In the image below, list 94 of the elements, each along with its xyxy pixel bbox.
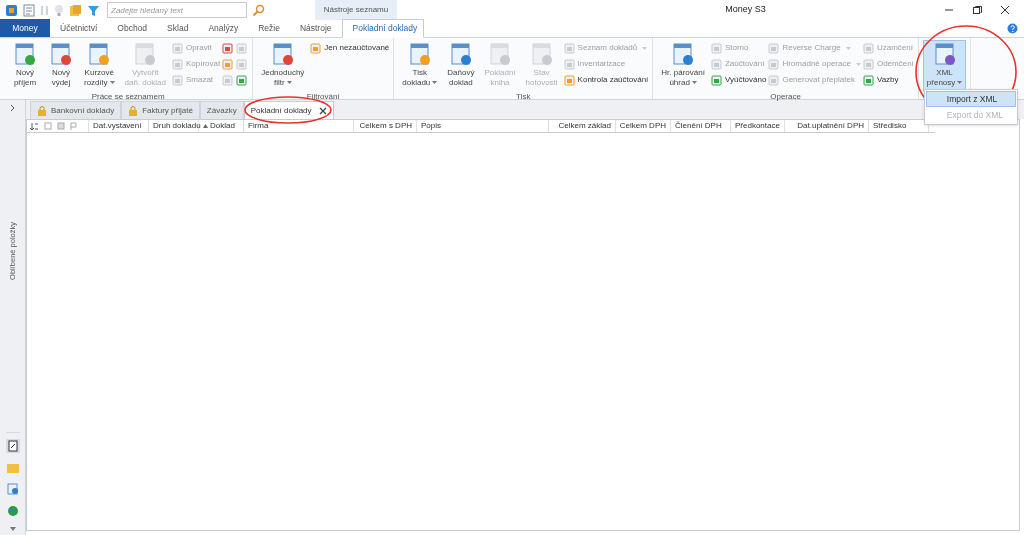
sort-arrow-icon [203, 124, 208, 128]
document-icon [310, 42, 322, 54]
close-icon[interactable] [1000, 5, 1010, 15]
column-header[interactable]: Celkem s DPH [354, 120, 417, 132]
document-icon [710, 74, 722, 86]
lightbulb-icon[interactable] [54, 3, 64, 17]
column-header[interactable]: Předkontace [731, 120, 785, 132]
document-icon [862, 58, 874, 70]
context-group-label: Nástroje seznamu [323, 4, 389, 16]
column-header[interactable]: Celkem DPH [616, 120, 671, 132]
document-icon [87, 42, 112, 66]
document-icon [768, 74, 780, 86]
globe-icon[interactable] [6, 505, 19, 517]
column-header[interactable]: Doklad [199, 120, 244, 132]
shortcut-icon[interactable] [5, 439, 20, 453]
flag-icon [70, 122, 78, 130]
document-icon [133, 42, 158, 66]
group-label: Filtrování [305, 91, 341, 102]
toolbar-icon[interactable] [236, 74, 248, 86]
document-icon[interactable] [23, 3, 35, 17]
caret-icon[interactable] [9, 527, 16, 531]
document-tab[interactable]: Faktury přijaté [121, 101, 200, 119]
ribbon-button[interactable]: Tisk dokladu [398, 40, 442, 91]
ribbon-button[interactable]: Hr. párování úhrad [657, 40, 709, 91]
restore-icon[interactable] [972, 5, 982, 15]
window-title: Money S3 [725, 3, 766, 17]
column-header[interactable]: Středisko [869, 120, 929, 132]
divider-icon [40, 3, 49, 17]
search-field[interactable]: Zadejte hledaný text [107, 2, 247, 18]
column-header[interactable]: Firma [244, 120, 354, 132]
document-icon [407, 42, 432, 66]
document-icon [768, 42, 780, 54]
document-tab[interactable]: Závazky [199, 101, 244, 119]
document-icon [448, 42, 473, 66]
column-header[interactable]: Dat.uplatnění DPH [785, 120, 869, 132]
document-icon[interactable] [6, 483, 19, 495]
document-tab[interactable]: Bankovní doklady [30, 101, 122, 119]
ribbon-button[interactable]: Jen nezaúčtované [310, 41, 390, 55]
document-icon [563, 42, 575, 54]
filter-icon[interactable] [87, 3, 100, 17]
document-icon [488, 42, 512, 66]
close-icon[interactable] [318, 106, 327, 115]
document-tab[interactable]: Pokladní doklady [243, 101, 334, 119]
document-icon [563, 58, 575, 70]
document-icon [671, 42, 696, 66]
toolbar-icon[interactable] [222, 58, 234, 70]
document-icon [171, 42, 183, 54]
column-header[interactable]: Popis [417, 120, 549, 132]
ribbon-button[interactable]: Nový výdej [44, 40, 78, 91]
document-icon [270, 42, 295, 66]
document-icon [932, 42, 957, 66]
ribbon-tab[interactable]: Režie [248, 19, 290, 37]
ribbon-button[interactable]: Daňový doklad [443, 40, 479, 91]
ribbon-tab[interactable]: Sklad [157, 19, 199, 37]
ribbon-tab[interactable]: Obchod [107, 19, 158, 37]
group-label: Operace [769, 91, 802, 102]
ribbon-tab[interactable]: Účetnictví [50, 19, 108, 37]
document-icon [13, 42, 37, 66]
ribbon-button[interactable]: Nový příjem [8, 40, 42, 91]
column-header[interactable]: Dat.vystavení [89, 120, 149, 132]
column-header[interactable]: Členění DPH [671, 120, 731, 132]
document-icon [563, 74, 575, 86]
ribbon-tab[interactable]: Analýzy [198, 19, 249, 37]
app-icon[interactable] [5, 3, 18, 17]
help-icon[interactable] [1007, 23, 1018, 34]
ribbon-button[interactable]: Kurzové rozdíly [80, 40, 119, 91]
menu-item[interactable]: Import z XML [925, 91, 1016, 107]
document-icon [862, 42, 874, 54]
ribbon-tab[interactable]: Nástroje [289, 19, 342, 37]
document-icon [49, 42, 73, 66]
column-header[interactable]: Druh dokladu [149, 120, 199, 132]
document-icon [171, 74, 183, 86]
document-icon [710, 58, 722, 70]
ribbon-button[interactable]: XML přenosy [922, 40, 967, 91]
document-icon [529, 42, 554, 66]
ribbon-tab[interactable]: Money [0, 19, 50, 37]
toolbar-icon[interactable] [222, 42, 234, 54]
folder-icon[interactable] [69, 3, 82, 17]
ribbon-button[interactable]: Vazby [862, 73, 914, 87]
ribbon-tab[interactable]: Pokladní doklady [341, 19, 424, 38]
ribbon-button[interactable]: Vyúčtováno [710, 73, 767, 87]
group-label: Práce se seznamem [90, 91, 166, 102]
document-icon [171, 58, 183, 70]
ribbon-button[interactable]: Jednoduchý filtr [257, 40, 309, 91]
checkbox-icon [57, 122, 65, 130]
document-icon [768, 58, 780, 70]
search-icon[interactable] [252, 3, 265, 17]
sort-icon[interactable] [30, 121, 39, 131]
document-icon [710, 42, 722, 54]
group-label: Tisk [515, 91, 532, 102]
column-header[interactable]: Celkem základ [549, 120, 616, 132]
document-icon [862, 74, 874, 86]
chevron-icon[interactable] [8, 104, 17, 112]
ribbon-button[interactable]: Kontrola zaúčtování [563, 73, 649, 87]
